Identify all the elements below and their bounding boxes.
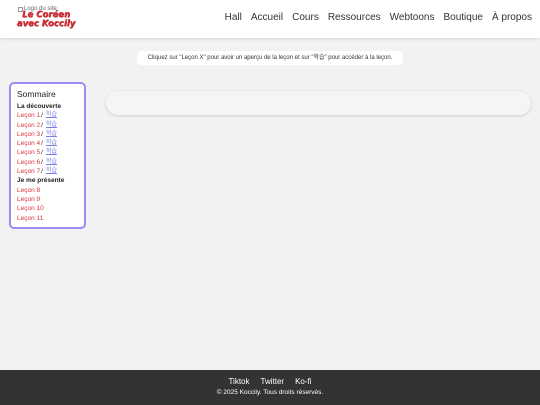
lesson-item: Leçon 3/학습: [17, 130, 57, 139]
section-title-decouverte: La découverte: [17, 103, 62, 110]
lesson-2-link[interactable]: Leçon 2: [17, 121, 40, 130]
lesson-item: Leçon 11: [17, 214, 84, 223]
lesson-2-study-link[interactable]: 학습: [46, 121, 57, 130]
site-logo[interactable]: Logo du site Le Coréen avec Koccily: [16, 6, 76, 32]
lesson-7-link[interactable]: Leçon 7: [17, 167, 40, 176]
footer-link-tiktok[interactable]: Tiktok: [228, 377, 249, 386]
lesson-1-study-link[interactable]: 학습: [46, 111, 57, 120]
lesson-5-study-link[interactable]: 학습: [46, 148, 57, 157]
lesson-item: Leçon 10: [17, 204, 84, 213]
nav-webtoons[interactable]: Webtoons: [390, 12, 435, 23]
lesson-8-link[interactable]: Leçon 8: [17, 186, 40, 195]
main-nav: Hall Accueil Cours Ressources Webtoons B…: [225, 12, 532, 23]
nav-accueil[interactable]: Accueil: [251, 12, 283, 23]
nav-hall[interactable]: Hall: [225, 12, 242, 23]
lesson-11-link[interactable]: Leçon 11: [17, 214, 43, 223]
lesson-4-study-link[interactable]: 학습: [46, 139, 57, 148]
lesson-item: Leçon 2/학습: [17, 121, 57, 130]
lesson-3-link[interactable]: Leçon 3: [17, 130, 40, 139]
lesson-preview-panel: [106, 91, 531, 115]
lesson-item: Leçon 6/학습: [17, 158, 57, 167]
nav-ressources[interactable]: Ressources: [328, 12, 381, 23]
footer-links: Tiktok Twitter Ko-fi: [0, 370, 540, 386]
lesson-item: Leçon 7/학습: [17, 167, 57, 176]
copyright-text: © 2025 Koccily. Tous droits réservés.: [216, 389, 324, 396]
nav-boutique[interactable]: Boutique: [443, 12, 482, 23]
info-banner: Cliquez sur "Leçon X" pour avoir un aper…: [137, 51, 403, 65]
nav-cours[interactable]: Cours: [292, 12, 319, 23]
sommaire-sidebar: Sommaire La découverte Leçon 1/학습 Leçon …: [9, 82, 86, 229]
lesson-item: Leçon 4/학습: [17, 139, 57, 148]
lesson-6-study-link[interactable]: 학습: [46, 158, 57, 167]
section-title-je-me-presente: Je me présente: [17, 177, 65, 185]
lesson-1-link[interactable]: Leçon 1: [17, 111, 40, 120]
lesson-7-study-link[interactable]: 학습: [46, 167, 57, 176]
nav-a-propos[interactable]: À propos: [492, 12, 532, 23]
lesson-5-link[interactable]: Leçon 5: [17, 148, 40, 157]
footer-link-twitter[interactable]: Twitter: [261, 377, 285, 386]
lesson-item: Leçon 8: [17, 186, 84, 195]
lesson-3-study-link[interactable]: 학습: [46, 130, 57, 139]
lesson-6-link[interactable]: Leçon 6: [17, 158, 40, 167]
footer-link-kofi[interactable]: Ko-fi: [295, 377, 311, 386]
site-header: Logo du site Le Coréen avec Koccily Hall…: [0, 0, 540, 38]
logo-wordmark: Le Coréen avec Koccily: [16, 10, 76, 29]
lesson-item: Leçon 5/학습: [17, 148, 57, 157]
site-footer: Tiktok Twitter Ko-fi © 2025 Koccily. Tou…: [0, 370, 540, 405]
lesson-item: Leçon 9: [17, 195, 84, 204]
lesson-10-link[interactable]: Leçon 10: [17, 204, 44, 213]
lesson-9-link[interactable]: Leçon 9: [17, 195, 40, 204]
lesson-item: Leçon 1/학습: [17, 111, 57, 120]
lesson-4-link[interactable]: Leçon 4: [17, 139, 40, 148]
sommaire-title: Sommaire: [17, 89, 56, 99]
